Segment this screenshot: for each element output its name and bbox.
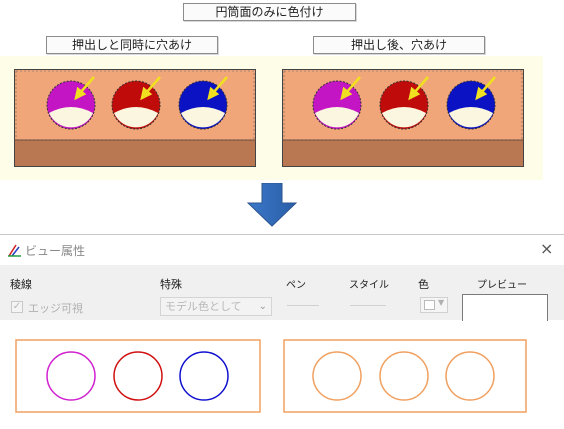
app-icon: [8, 244, 21, 257]
view-attributes-dialog: ビュー属性 × 稜線 特殊 ペン スタイル 色 プレビュー ✓ エッジ可視 モデ…: [0, 234, 564, 321]
right-caption-label: 押出し後、穴あけ: [313, 36, 485, 54]
close-icon[interactable]: ×: [540, 239, 553, 258]
color-swatch: [424, 300, 435, 310]
left-red-hole: [111, 80, 161, 130]
color-column-label: 色: [418, 278, 429, 291]
left-model: [14, 69, 256, 167]
right-result-outline: [283, 339, 527, 413]
left-blue-hole: [178, 80, 228, 130]
down-arrow-icon: [246, 183, 298, 227]
dialog-title: ビュー属性: [25, 244, 86, 258]
right-model: [282, 69, 524, 167]
right-red-hole: [379, 80, 429, 130]
chevron-down-icon: ⌄: [258, 301, 267, 312]
special-select-value: モデル色として: [165, 300, 242, 313]
style-column-label: スタイル: [349, 280, 389, 291]
edge-visible-checkbox[interactable]: ✓: [11, 301, 23, 313]
preview-column-label: プレビュー: [477, 280, 527, 291]
preview-box: [462, 294, 548, 321]
special-select[interactable]: モデル色として ⌄: [160, 297, 272, 316]
right-magenta-hole: [312, 80, 362, 130]
edge-column-label: 稜線: [10, 278, 32, 291]
right-blue-hole: [446, 80, 496, 130]
pen-column-label: ペン: [286, 280, 306, 291]
left-magenta-hole: [46, 80, 96, 130]
left-caption-label: 押出しと同時に穴あけ: [46, 36, 218, 54]
style-line-sample[interactable]: [350, 305, 386, 306]
top-title-label: 円筒面のみに色付け: [183, 3, 356, 21]
left-result-outline: [15, 339, 261, 413]
color-picker-button[interactable]: ▼: [420, 297, 448, 313]
special-column-label: 特殊: [160, 278, 182, 291]
edge-visible-label: エッジ可視: [28, 302, 83, 315]
chevron-down-icon: ▼: [438, 298, 445, 307]
pen-line-sample[interactable]: [287, 305, 319, 306]
dialog-titlebar: ビュー属性 ×: [0, 235, 564, 265]
